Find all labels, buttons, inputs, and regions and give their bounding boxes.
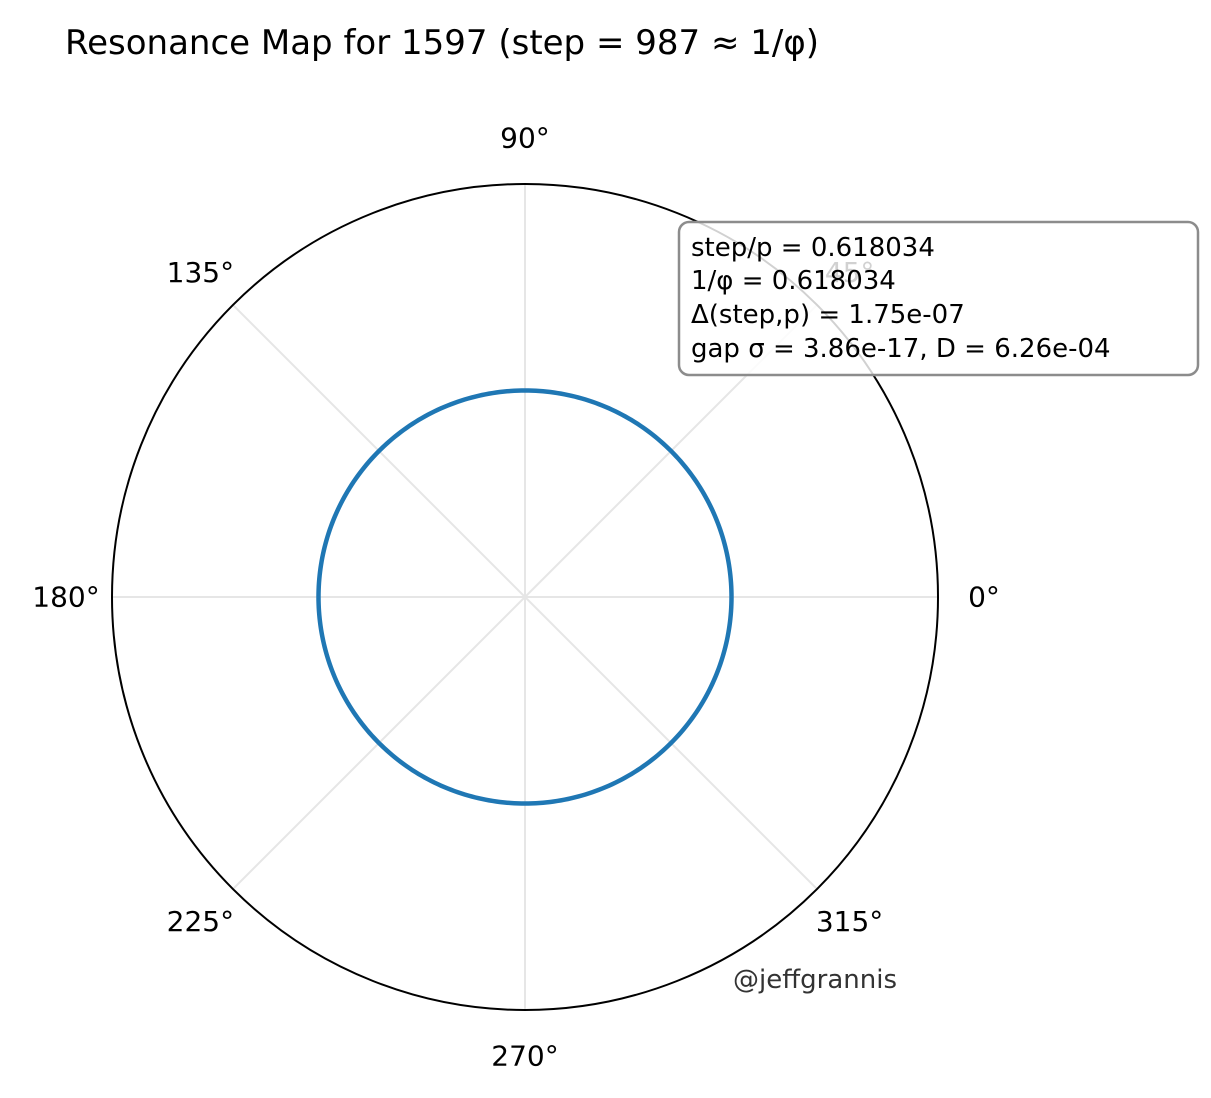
theta-tick-label: 315° xyxy=(816,905,883,938)
theta-tick-label: 225° xyxy=(167,905,234,938)
theta-tick-label: 180° xyxy=(32,581,99,614)
annotation-line-gap: gap σ = 3.86e-17, D = 6.26e-04 xyxy=(691,334,1111,364)
stats-annotation-box: step/p = 0.618034 1/φ = 0.618034 Δ(step,… xyxy=(677,220,1200,377)
theta-tick-label: 135° xyxy=(167,256,234,289)
chart-title: Resonance Map for 1597 (step = 987 ≈ 1/φ… xyxy=(65,23,819,63)
theta-tick-label: 90° xyxy=(500,122,550,155)
annotation-line-delta: Δ(step,p) = 1.75e-07 xyxy=(691,300,965,330)
annotation-line-step-ratio: step/p = 0.618034 xyxy=(691,233,935,263)
annotation-line-inverse-phi: 1/φ = 0.618034 xyxy=(691,266,896,296)
theta-tick-label: 270° xyxy=(491,1040,558,1073)
polar-chart: Resonance Map for 1597 (step = 987 ≈ 1/φ… xyxy=(32,23,1200,1073)
theta-tick-label: 0° xyxy=(968,581,1000,614)
watermark-handle: @jeffgrannis xyxy=(733,965,897,995)
